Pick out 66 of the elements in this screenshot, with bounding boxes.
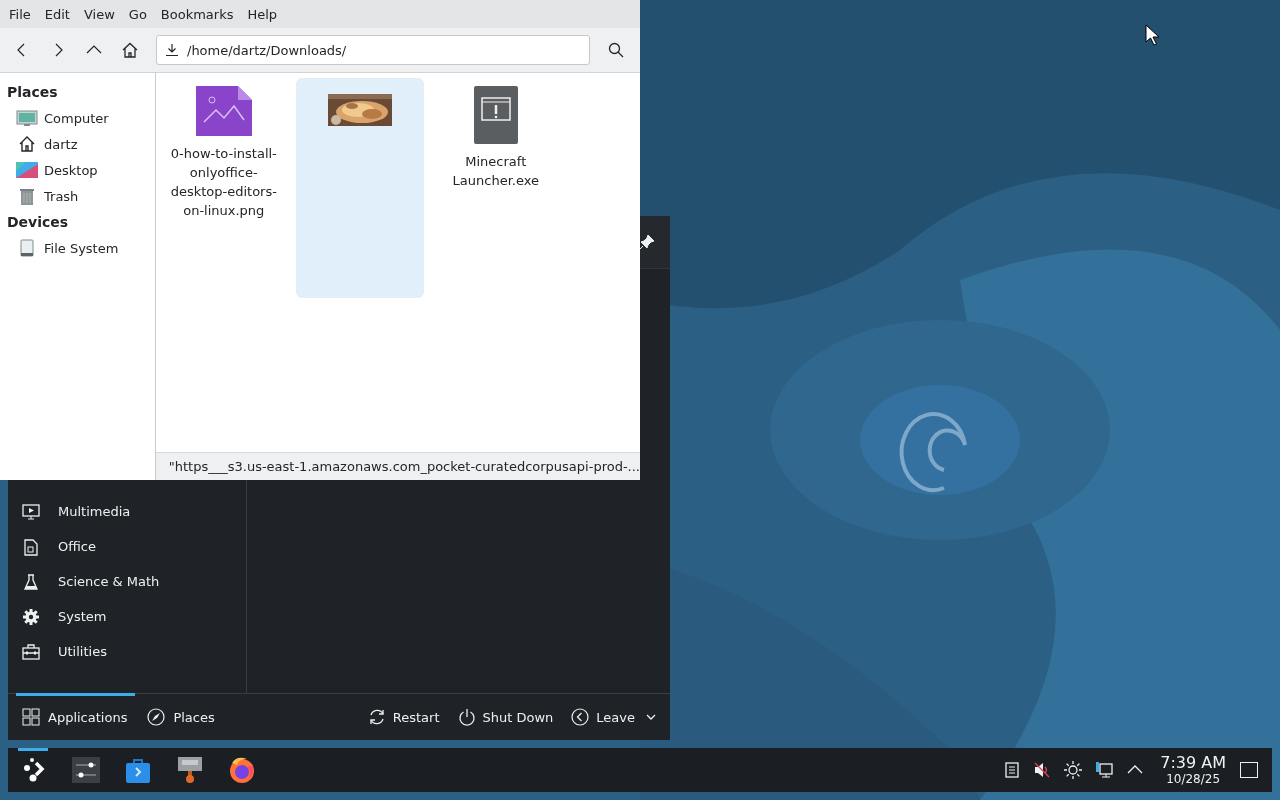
mouse-pointer-icon (1145, 24, 1161, 46)
location-path: /home/dartz/Downloads/ (187, 42, 347, 58)
show-desktop-button[interactable] (1240, 762, 1258, 778)
launcher-tab[interactable]: Applications (16, 694, 136, 740)
caret-icon (646, 712, 656, 722)
clock[interactable]: 7:39 AM 10/28/25 (1160, 755, 1226, 785)
sliders-icon (72, 757, 100, 783)
tray-button[interactable] (1064, 761, 1083, 779)
category-item[interactable]: Science & Math (8, 564, 246, 599)
screen-play-icon (22, 502, 40, 521)
menu-item[interactable]: Help (240, 6, 285, 22)
category-item[interactable]: Utilities (8, 634, 246, 669)
launcher-icon (21, 756, 47, 784)
gear-icon (22, 607, 40, 626)
refresh-icon (367, 708, 386, 726)
pin-icon (638, 233, 656, 251)
tray-button[interactable] (1033, 761, 1052, 779)
section-heading: Places (6, 83, 59, 102)
category-item[interactable]: Office (8, 529, 246, 564)
file-tile[interactable]: 0-how-to-install-onlyoffice-desktop-editors-on-linux.png (159, 78, 288, 226)
menu-item[interactable]: Edit (37, 6, 77, 22)
download-icon (165, 43, 179, 57)
documents-icon (22, 537, 40, 556)
speaker-muted-icon (1033, 761, 1052, 779)
search-icon (608, 42, 624, 58)
wired-network-icon (1095, 761, 1114, 779)
shopping-bag-icon (125, 757, 151, 783)
image-file-icon (195, 86, 252, 136)
package-icon (177, 756, 203, 784)
clock-date: 10/28/25 (1166, 773, 1221, 785)
fox-globe-icon (227, 755, 257, 785)
launcher-tab[interactable]: Places (141, 694, 223, 740)
menu-item[interactable]: File (2, 6, 38, 22)
places-item[interactable]: Desktop (6, 157, 155, 183)
power-action-button[interactable]: Restart (361, 701, 446, 733)
clock-time: 7:39 AM (1160, 755, 1226, 771)
category-item[interactable]: System (8, 599, 246, 634)
power-action-button[interactable]: Leave (565, 701, 662, 733)
house-icon (122, 42, 138, 58)
flask-icon (22, 572, 40, 591)
file-tile[interactable]: Minecraft Launcher.exe (431, 78, 560, 196)
back-circle-icon (571, 708, 590, 726)
tray-button[interactable] (1095, 761, 1114, 779)
category-item[interactable]: Multimedia (8, 494, 246, 529)
places-item[interactable]: Computer (6, 105, 155, 131)
desktop-icon (16, 161, 38, 179)
places-item[interactable]: Trash (6, 183, 155, 209)
sun-icon (1064, 761, 1083, 779)
compass-icon (147, 708, 166, 726)
places-item[interactable]: dartz (6, 131, 155, 157)
tray-button[interactable] (1004, 761, 1021, 779)
executable-file-icon (473, 86, 518, 144)
grid-icon (22, 708, 40, 726)
menu-item[interactable]: View (76, 6, 122, 22)
menu-item[interactable]: Go (121, 6, 154, 22)
power-icon (457, 708, 476, 726)
file-tile[interactable] (295, 78, 424, 298)
clipboard-icon (1004, 761, 1021, 779)
status-bar: "https___s3.us-east-1.amazonaws.com_pocket-curatedcorpusapi-prod-... (155, 452, 640, 480)
places-item[interactable]: File System (6, 235, 155, 261)
monitor-icon (16, 109, 38, 127)
section-heading: Devices (6, 213, 70, 232)
toolbox-icon (22, 642, 40, 661)
menu-item[interactable]: Bookmarks (153, 6, 241, 22)
power-action-button[interactable]: Shut Down (451, 701, 560, 733)
location-field[interactable]: /home/dartz/Downloads/ (156, 35, 590, 65)
